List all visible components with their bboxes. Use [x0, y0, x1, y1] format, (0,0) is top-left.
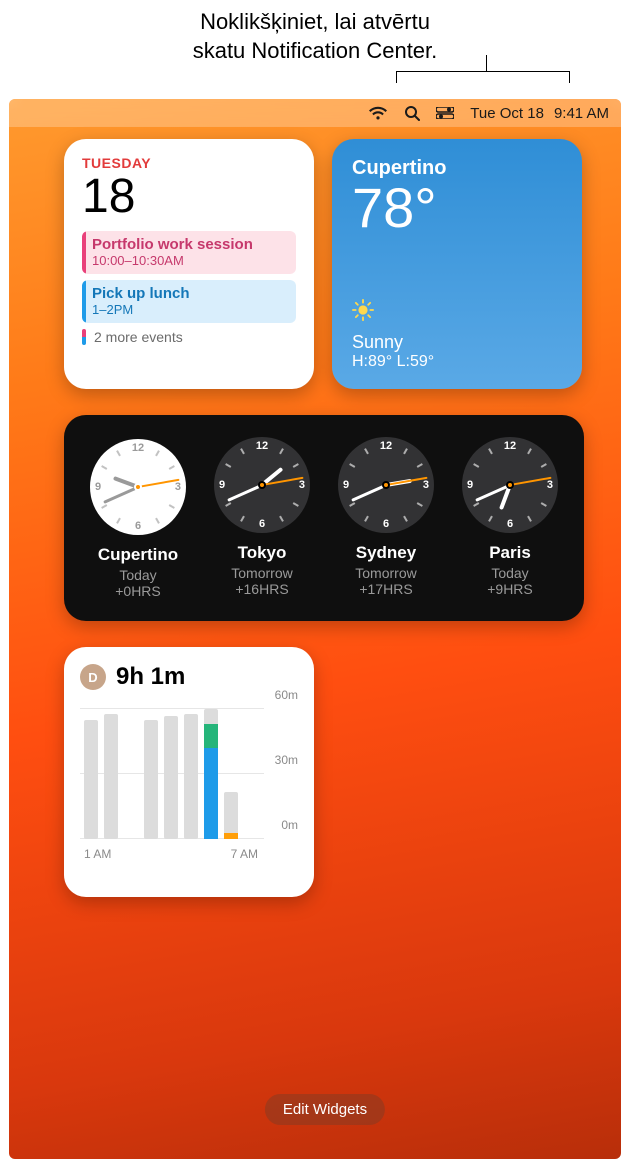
spotlight-icon[interactable]	[404, 105, 420, 121]
control-center-icon[interactable]	[436, 107, 454, 119]
desktop: Tue Oct 18 9:41 AM TUESDAY 18 Portfolio …	[9, 99, 621, 1159]
clock-offset: +17HRS	[326, 581, 446, 597]
world-clock-widget[interactable]: 12369 Cupertino Today +0HRS 12369 Tokyo …	[64, 415, 584, 621]
world-clock-item: 12369 Tokyo Tomorrow +16HRS	[202, 437, 322, 599]
annotation-line2: skatu Notification Center.	[0, 37, 630, 66]
calendar-more: 2 more events	[82, 329, 296, 345]
event-title: Portfolio work session	[92, 236, 288, 253]
clock-face: 12369	[338, 437, 434, 533]
clock-offset: +0HRS	[78, 583, 198, 599]
calendar-day: 18	[82, 173, 296, 221]
menubar-time: 9:41 AM	[554, 105, 609, 122]
edit-widgets-button[interactable]: Edit Widgets	[265, 1094, 385, 1125]
clock-face: 12369	[214, 437, 310, 533]
clock-day: Tomorrow	[202, 565, 322, 581]
chart-bar	[84, 720, 98, 839]
clock-face: 12369	[90, 439, 186, 535]
weather-widget[interactable]: Cupertino 78° Sunny H:89° L:59°	[332, 139, 582, 389]
world-clock-item: 12369 Cupertino Today +0HRS	[78, 437, 198, 599]
x-label: 1 AM	[84, 847, 111, 861]
weather-hilo: H:89° L:59°	[352, 353, 562, 371]
menubar: Tue Oct 18 9:41 AM	[9, 99, 621, 127]
clock-offset: +16HRS	[202, 581, 322, 597]
clock-face: 12369	[462, 437, 558, 533]
wifi-icon[interactable]	[368, 106, 388, 120]
chart-bar	[104, 714, 118, 840]
clock-city: Paris	[450, 543, 570, 563]
event-title: Pick up lunch	[92, 285, 288, 302]
menubar-clock[interactable]: Tue Oct 18 9:41 AM	[470, 105, 609, 122]
notification-center: TUESDAY 18 Portfolio work session 10:00–…	[64, 139, 586, 1139]
annotation-callout: Noklikšķiniet, lai atvērtu skatu Notific…	[0, 0, 630, 71]
calendar-more-label: 2 more events	[94, 329, 183, 345]
world-clock-item: 12369 Paris Today +9HRS	[450, 437, 570, 599]
event-time: 10:00–10:30AM	[92, 253, 288, 268]
chart-bar	[164, 716, 178, 840]
clock-city: Tokyo	[202, 543, 322, 563]
world-clock-item: 12369 Sydney Tomorrow +17HRS	[326, 437, 446, 599]
x-label: 7 AM	[231, 847, 258, 861]
annotation-line1: Noklikšķiniet, lai atvērtu	[0, 8, 630, 37]
clock-city: Cupertino	[78, 545, 198, 565]
screen-time-widget[interactable]: D 9h 1m 0m30m60m1 AM7 AM	[64, 647, 314, 897]
clock-offset: +9HRS	[450, 581, 570, 597]
chart-bar	[144, 720, 158, 839]
calendar-widget[interactable]: TUESDAY 18 Portfolio work session 10:00–…	[64, 139, 314, 389]
avatar: D	[80, 664, 106, 690]
calendar-event: Pick up lunch 1–2PM	[82, 280, 296, 323]
screen-time-chart: 0m30m60m1 AM7 AM	[80, 701, 298, 861]
callout-bracket	[0, 71, 610, 95]
weather-temp: 78°	[352, 180, 562, 236]
clock-day: Today	[78, 567, 198, 583]
calendar-event: Portfolio work session 10:00–10:30AM	[82, 231, 296, 274]
chart-bar	[184, 714, 198, 840]
event-time: 1–2PM	[92, 302, 288, 317]
menubar-date: Tue Oct 18	[470, 105, 544, 122]
calendar-dow: TUESDAY	[82, 155, 296, 171]
clock-day: Today	[450, 565, 570, 581]
chart-bar	[204, 709, 218, 839]
chart-bar	[224, 792, 238, 840]
weather-condition: Sunny	[352, 332, 562, 353]
screen-time-total: 9h 1m	[116, 663, 185, 691]
sun-icon	[352, 299, 374, 321]
clock-day: Tomorrow	[326, 565, 446, 581]
clock-city: Sydney	[326, 543, 446, 563]
